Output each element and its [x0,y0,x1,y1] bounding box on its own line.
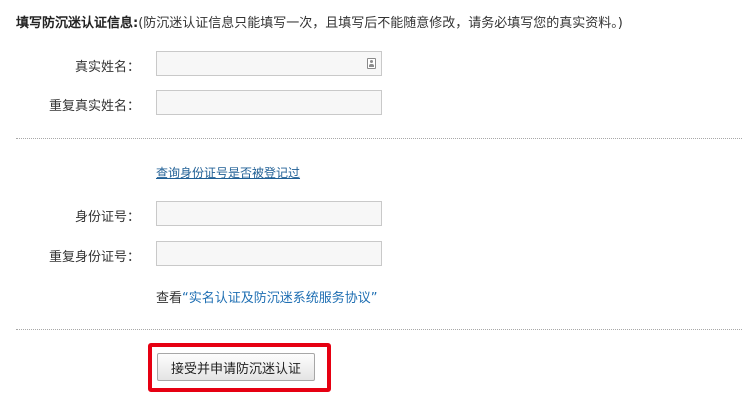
id-number-field-wrapper [156,201,382,226]
id-number-input[interactable] [157,202,381,225]
agreement-line: 查看“实名认证及防沉迷系统服务协议” [156,287,378,306]
repeat-real-name-label: 重复真实姓名： [48,99,140,114]
real-name-label: 真实姓名： [74,60,140,75]
section-divider-bottom [16,329,742,330]
repeat-id-number-field-wrapper [156,241,382,266]
real-name-field-wrapper [156,51,382,76]
agreement-link[interactable]: “实名认证及防沉迷系统服务协议” [182,291,377,306]
repeat-id-number-input[interactable] [157,242,381,265]
contact-card-icon[interactable] [367,58,376,69]
submit-anti-addiction-button[interactable]: 接受并申请防沉迷认证 [157,353,315,381]
repeat-id-number-label: 重复身份证号： [48,250,140,265]
real-name-input[interactable] [157,52,381,75]
repeat-real-name-field-wrapper [156,90,382,115]
form-header: 填写防沉迷认证信息:(防沉迷认证信息只能填写一次，且填写后不能随意修改，请务必填… [16,12,623,31]
form-title: 填写防沉迷认证信息: [16,16,139,31]
form-note: (防沉迷认证信息只能填写一次，且填写后不能随意修改，请务必填写您的真实资料。) [138,16,623,31]
repeat-real-name-input[interactable] [157,91,381,114]
section-divider [16,138,742,139]
agreement-prefix: 查看 [156,291,183,306]
query-id-registered-link[interactable]: 查询身份证号是否被登记过 [156,164,300,181]
id-number-label: 身份证号： [74,210,140,225]
